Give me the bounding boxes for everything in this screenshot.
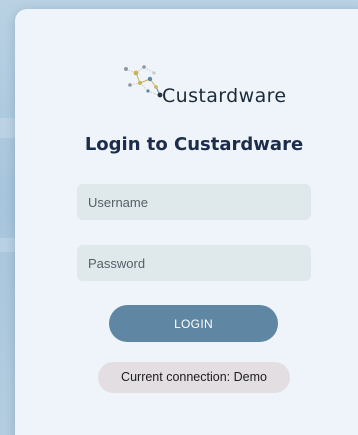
brand-logo: Custardware xyxy=(120,59,286,115)
login-button[interactable]: LOGIN xyxy=(109,305,278,342)
brand-name: Custardware xyxy=(162,85,287,107)
username-field[interactable] xyxy=(77,184,311,220)
connection-status-badge: Current connection: Demo xyxy=(98,362,290,393)
password-field[interactable] xyxy=(77,245,311,281)
page-title: Login to Custardware xyxy=(84,134,304,155)
